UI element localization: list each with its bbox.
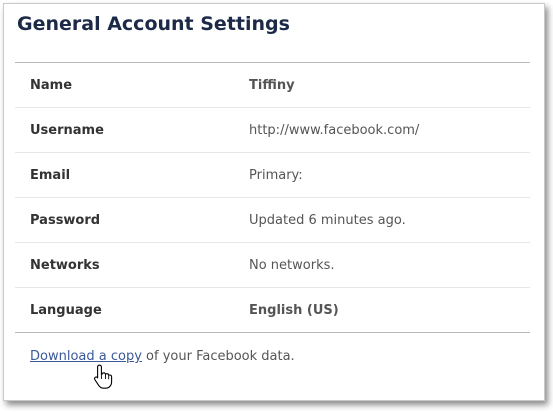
row-value: English (US) xyxy=(249,303,339,318)
download-footer-text: of your Facebook data. xyxy=(141,349,295,364)
download-footer: Download a copy of your Facebook data. xyxy=(30,349,295,364)
settings-panel: General Account Settings Name Tiffiny Us… xyxy=(3,3,545,401)
download-copy-link[interactable]: Download a copy xyxy=(30,349,142,364)
row-label: Name xyxy=(30,78,73,93)
settings-table: Name Tiffiny Username http://www.faceboo… xyxy=(15,63,530,333)
settings-row-password[interactable]: Password Updated 6 minutes ago. xyxy=(15,198,530,243)
row-value: Tiffiny xyxy=(249,78,295,93)
settings-row-language[interactable]: Language English (US) xyxy=(15,288,530,333)
bottom-divider xyxy=(15,332,530,333)
settings-row-networks[interactable]: Networks No networks. xyxy=(15,243,530,288)
row-value: http://www.facebook.com/ xyxy=(249,123,420,138)
hand-pointer-icon xyxy=(94,364,113,389)
row-value: Updated 6 minutes ago. xyxy=(249,213,406,228)
row-label: Networks xyxy=(30,258,100,273)
settings-row-name[interactable]: Name Tiffiny xyxy=(15,63,530,108)
row-label: Password xyxy=(30,213,101,228)
row-label: Username xyxy=(30,123,104,138)
row-label: Email xyxy=(30,168,71,183)
row-value: Primary: xyxy=(249,168,303,183)
settings-row-username[interactable]: Username http://www.facebook.com/ xyxy=(15,108,530,153)
page-title: General Account Settings xyxy=(17,13,290,35)
settings-row-email[interactable]: Email Primary: xyxy=(15,153,530,198)
row-label: Language xyxy=(30,303,102,318)
row-value: No networks. xyxy=(249,258,335,273)
